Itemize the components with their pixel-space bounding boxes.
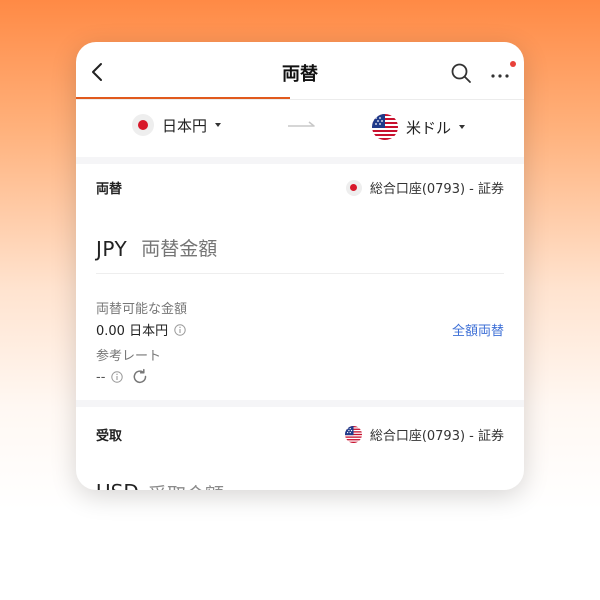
exchange-arrow-icon bbox=[288, 121, 315, 127]
amount-divider bbox=[96, 273, 504, 274]
receive-section-title: 受取 bbox=[96, 429, 123, 444]
top-bar: 両替 bbox=[76, 42, 524, 100]
reference-rate-row: -- bbox=[96, 368, 149, 386]
from-currency-selector[interactable]: 日本円 bbox=[132, 114, 222, 136]
receive-account[interactable]: 総合口座(0793) - 証券 bbox=[344, 425, 504, 444]
available-amount-value: 0.00 日本円 bbox=[96, 324, 169, 339]
to-currency-selector[interactable]: 米ドル bbox=[372, 114, 466, 140]
notification-dot bbox=[510, 61, 516, 67]
section-gap bbox=[76, 400, 524, 407]
receive-amount-input[interactable]: 受取金額 bbox=[148, 480, 224, 490]
search-icon[interactable] bbox=[450, 62, 472, 84]
section-gap bbox=[76, 157, 524, 164]
from-currency-label: 日本円 bbox=[162, 116, 208, 135]
info-icon[interactable] bbox=[111, 371, 124, 383]
info-icon[interactable] bbox=[174, 323, 186, 336]
header-divider bbox=[76, 99, 524, 100]
japan-flag-icon bbox=[345, 179, 362, 196]
exchange-section-title: 両替 bbox=[96, 182, 123, 197]
to-currency-label: 米ドル bbox=[406, 118, 452, 137]
japan-flag-icon bbox=[132, 114, 154, 136]
exchange-amount-row: JPY bbox=[96, 232, 504, 266]
more-options-icon[interactable] bbox=[488, 64, 514, 84]
exchange-amount-input[interactable] bbox=[141, 238, 392, 260]
exchange-account-label: 総合口座(0793) - 証券 bbox=[369, 182, 504, 197]
available-amount-value-row: 0.00 日本円 bbox=[96, 320, 186, 339]
us-flag-icon bbox=[372, 114, 398, 140]
exchange-currency-code: JPY bbox=[96, 237, 128, 261]
refresh-icon[interactable] bbox=[131, 368, 149, 386]
exchange-section-header: 両替 総合口座(0793) - 証券 bbox=[96, 178, 504, 198]
reference-rate-value: -- bbox=[96, 369, 106, 385]
receive-currency-code: USD bbox=[96, 480, 139, 490]
full-exchange-button[interactable]: 全額両替 bbox=[452, 320, 504, 339]
exchange-card: 両替 日本円 米ドル 両替 総合口座(0793) - 証券 JPY 両替金額 両… bbox=[76, 42, 524, 490]
reference-rate-label: 参考レート bbox=[96, 349, 162, 364]
currency-pair-row: 日本円 米ドル bbox=[76, 108, 524, 148]
caret-down-icon bbox=[215, 123, 222, 127]
receive-account-label: 総合口座(0793) - 証券 bbox=[369, 429, 504, 444]
exchange-account[interactable]: 総合口座(0793) - 証券 bbox=[345, 178, 504, 197]
caret-down-icon bbox=[459, 125, 466, 129]
us-flag-icon bbox=[344, 426, 362, 443]
receive-section-header: 受取 総合口座(0793) - 証券 bbox=[96, 425, 504, 445]
available-amount-label: 両替可能な金額 bbox=[96, 302, 188, 317]
